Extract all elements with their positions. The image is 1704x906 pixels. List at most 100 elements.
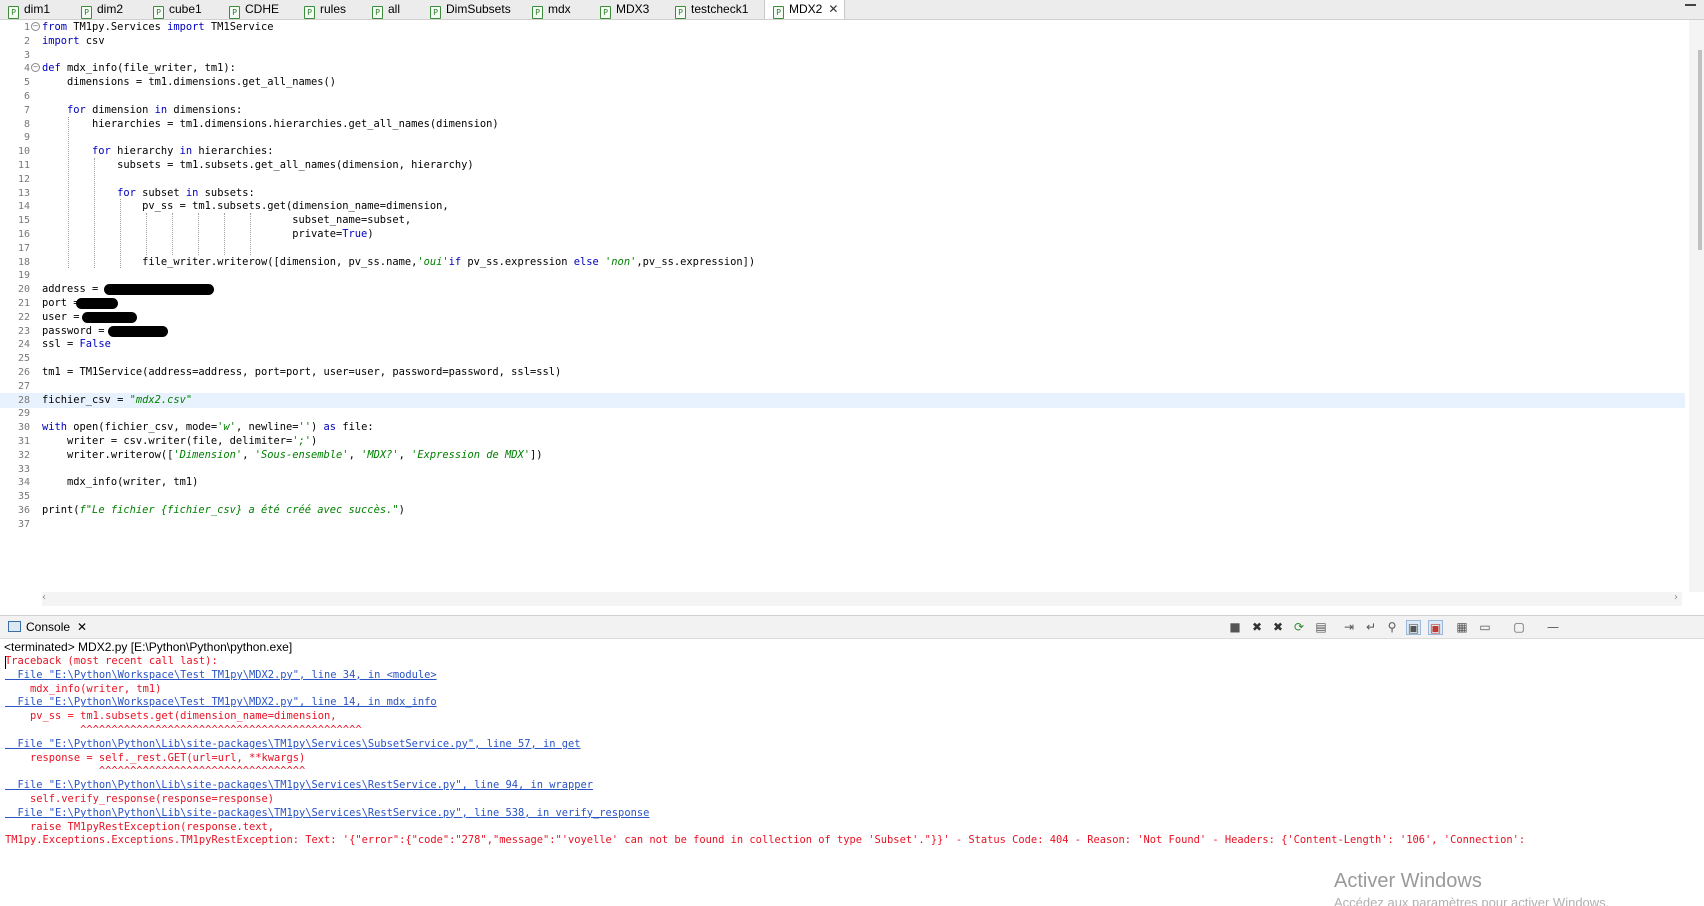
code-line[interactable]: 33 xyxy=(0,462,1685,477)
open-console-icon[interactable]: ▢ xyxy=(1512,620,1526,634)
code-line[interactable]: 15 subset_name=subset, xyxy=(0,213,1685,228)
pin-console-icon[interactable]: ⚲ xyxy=(1385,620,1399,634)
indent-guide xyxy=(172,213,173,255)
code-line[interactable]: 4− def mdx_info(file_writer, tm1): xyxy=(0,61,1685,76)
relaunch-icon[interactable]: ⟳ xyxy=(1292,620,1306,634)
code-line[interactable]: 28 fichier_csv = "mdx2.csv" xyxy=(0,392,1685,408)
code-line[interactable]: 11 subsets = tm1.subsets.get_all_names(d… xyxy=(0,158,1685,173)
console-output[interactable]: Traceback (most recent call last): File … xyxy=(0,654,1704,906)
traceback-file-link[interactable]: File "E:\Python\Python\Lib\site-packages… xyxy=(5,737,581,752)
console-tab-label: Console xyxy=(26,620,71,634)
code-line[interactable]: 18 file_writer.writerow([dimension, pv_s… xyxy=(0,255,1685,270)
tab-console[interactable]: Console ✕ xyxy=(8,619,87,635)
code-line[interactable]: 10 for hierarchy in hierarchies: xyxy=(0,144,1685,159)
code-line[interactable]: 34 mdx_info(writer, tm1) xyxy=(0,475,1685,490)
redaction-mark xyxy=(76,298,118,309)
fold-toggle-icon[interactable]: − xyxy=(31,22,40,31)
code-line[interactable]: 35 xyxy=(0,489,1685,504)
tab-dim1[interactable]: Pdim1 xyxy=(6,0,50,19)
show-stderr-icon[interactable]: ▣ xyxy=(1428,620,1443,635)
clear-console-icon[interactable]: ▤ xyxy=(1314,620,1328,634)
code-line[interactable]: 29 xyxy=(0,406,1685,421)
code-line[interactable]: 27 xyxy=(0,379,1685,394)
code-line[interactable]: 20 address = xyxy=(0,282,1685,297)
fold-toggle-icon[interactable]: − xyxy=(31,63,40,73)
tab-mdx3[interactable]: P MDX3 xyxy=(598,0,649,19)
code-text: user = xyxy=(42,310,86,323)
code-line[interactable]: 14 pv_ss = tm1.subsets.get(dimension_nam… xyxy=(0,199,1685,214)
code-line[interactable]: 7 for dimension in dimensions: xyxy=(0,103,1685,118)
scrollbar-thumb[interactable] xyxy=(1698,50,1702,250)
code-line[interactable]: 21 port = xyxy=(0,296,1685,311)
code-line[interactable]: 8 hierarchies = tm1.dimensions.hierarchi… xyxy=(0,117,1685,132)
tab-rules[interactable]: Prules xyxy=(302,0,346,19)
scroll-left-icon[interactable]: ‹ xyxy=(42,592,46,603)
minimize-icon[interactable]: — xyxy=(1546,620,1560,634)
close-icon[interactable]: ✕ xyxy=(77,620,87,634)
line-number: 1 xyxy=(23,22,30,33)
code-line[interactable]: 22 user = xyxy=(0,310,1685,325)
tab-cdhe[interactable]: P CDHE xyxy=(227,0,279,19)
tab-cube1[interactable]: Pcube1 xyxy=(151,0,202,19)
traceback-file-link[interactable]: File "E:\Python\Workspace\Test TM1py\MDX… xyxy=(5,668,437,683)
console-error-line: pv_ss = tm1.subsets.get(dimension_name=d… xyxy=(5,710,337,723)
terminate-icon[interactable]: ■ xyxy=(1228,620,1242,634)
console-error-line: mdx_info(writer, tm1) xyxy=(5,682,162,695)
indent-guide xyxy=(120,199,121,269)
tab-mdx2[interactable]: P MDX2 ✕ xyxy=(764,0,846,19)
traceback-file-link[interactable]: File "E:\Python\Python\Lib\site-packages… xyxy=(5,778,594,793)
code-line[interactable]: 24 ssl = False xyxy=(0,337,1685,352)
traceback-file-link[interactable]: File "E:\Python\Workspace\Test TM1py\MDX… xyxy=(5,695,437,710)
remove-launch-icon[interactable]: ✖ xyxy=(1250,620,1264,634)
line-number: 5 xyxy=(23,77,30,89)
show-stdout-icon[interactable]: ▣ xyxy=(1406,620,1421,635)
activation-watermark-subtitle: Accédez aux paramètres pour activer Wind… xyxy=(1334,895,1610,906)
tab-dimsubsets[interactable]: P DimSubsets xyxy=(428,0,511,19)
code-line[interactable]: 25 xyxy=(0,351,1685,366)
line-number: 16 xyxy=(17,229,30,240)
console-icon xyxy=(8,621,21,632)
code-line[interactable]: 9 xyxy=(0,130,1685,145)
tab-dim2[interactable]: Pdim2 xyxy=(79,0,123,19)
line-number: 19 xyxy=(17,270,30,282)
code-line[interactable]: 17 xyxy=(0,241,1685,256)
process-status: <terminated> MDX2.py [E:\Python\Python\p… xyxy=(4,640,293,654)
code-line[interactable]: 36 print(f"Le fichier {fichier_csv} a été… xyxy=(0,503,1685,518)
code-line[interactable]: 37 xyxy=(0,517,1685,532)
scroll-lock-icon[interactable]: ⇥ xyxy=(1342,620,1356,634)
tab-label: mdx xyxy=(548,2,571,16)
tab-label: testcheck1 xyxy=(691,2,749,16)
code-editor[interactable]: 1− from TM1py.Services import TM1Service 2… xyxy=(0,20,1704,610)
new-console-icon[interactable]: ▦ xyxy=(1455,620,1469,634)
word-wrap-icon[interactable]: ↵ xyxy=(1364,620,1378,634)
code-text: hierarchies = tm1.dimensions.hierarchies… xyxy=(42,117,499,130)
display-console-icon[interactable]: ▭ xyxy=(1478,620,1492,634)
code-line[interactable]: 2 import csv xyxy=(0,34,1685,49)
code-line[interactable]: 12 xyxy=(0,172,1685,187)
close-icon[interactable]: ✕ xyxy=(828,2,838,16)
tab-all[interactable]: Pall xyxy=(370,0,400,19)
code-text: password = xyxy=(42,324,111,337)
code-line[interactable]: 32 writer.writerow(['Dimension', 'Sous-e… xyxy=(0,448,1685,463)
line-number: 31 xyxy=(17,436,30,447)
code-line[interactable]: 26 tm1 = TM1Service(address=address, port… xyxy=(0,365,1685,380)
tab-testcheck1[interactable]: Ptestcheck1 xyxy=(673,0,749,19)
redaction-mark xyxy=(104,284,214,296)
code-line[interactable]: 23 password = xyxy=(0,324,1685,339)
traceback-file-link[interactable]: File "E:\Python\Python\Lib\site-packages… xyxy=(5,806,650,821)
code-line[interactable]: 5 dimensions = tm1.dimensions.get_all_na… xyxy=(0,75,1685,90)
code-line[interactable]: 13 for subset in subsets: xyxy=(0,186,1685,201)
code-line[interactable]: 3 xyxy=(0,48,1685,63)
tab-mdx[interactable]: Pmdx xyxy=(530,0,571,19)
scroll-right-icon[interactable]: › xyxy=(1674,592,1678,603)
code-line[interactable]: 19 xyxy=(0,268,1685,283)
code-line[interactable]: 1− from TM1py.Services import TM1Service xyxy=(0,20,1685,35)
remove-all-terminated-icon[interactable]: ✖ xyxy=(1271,620,1285,634)
code-line[interactable]: 30 with open(fichier_csv, mode='w', newli… xyxy=(0,420,1685,435)
code-line[interactable]: 31 writer = csv.writer(file, delimiter='… xyxy=(0,434,1685,449)
code-line[interactable]: 6 xyxy=(0,89,1685,104)
code-line[interactable]: 16 private=True) xyxy=(0,227,1685,242)
editor-horizontal-scrollbar[interactable]: ‹ › xyxy=(42,592,1682,606)
editor-vertical-scrollbar[interactable] xyxy=(1689,20,1704,592)
minimize-icon[interactable] xyxy=(1685,4,1696,6)
